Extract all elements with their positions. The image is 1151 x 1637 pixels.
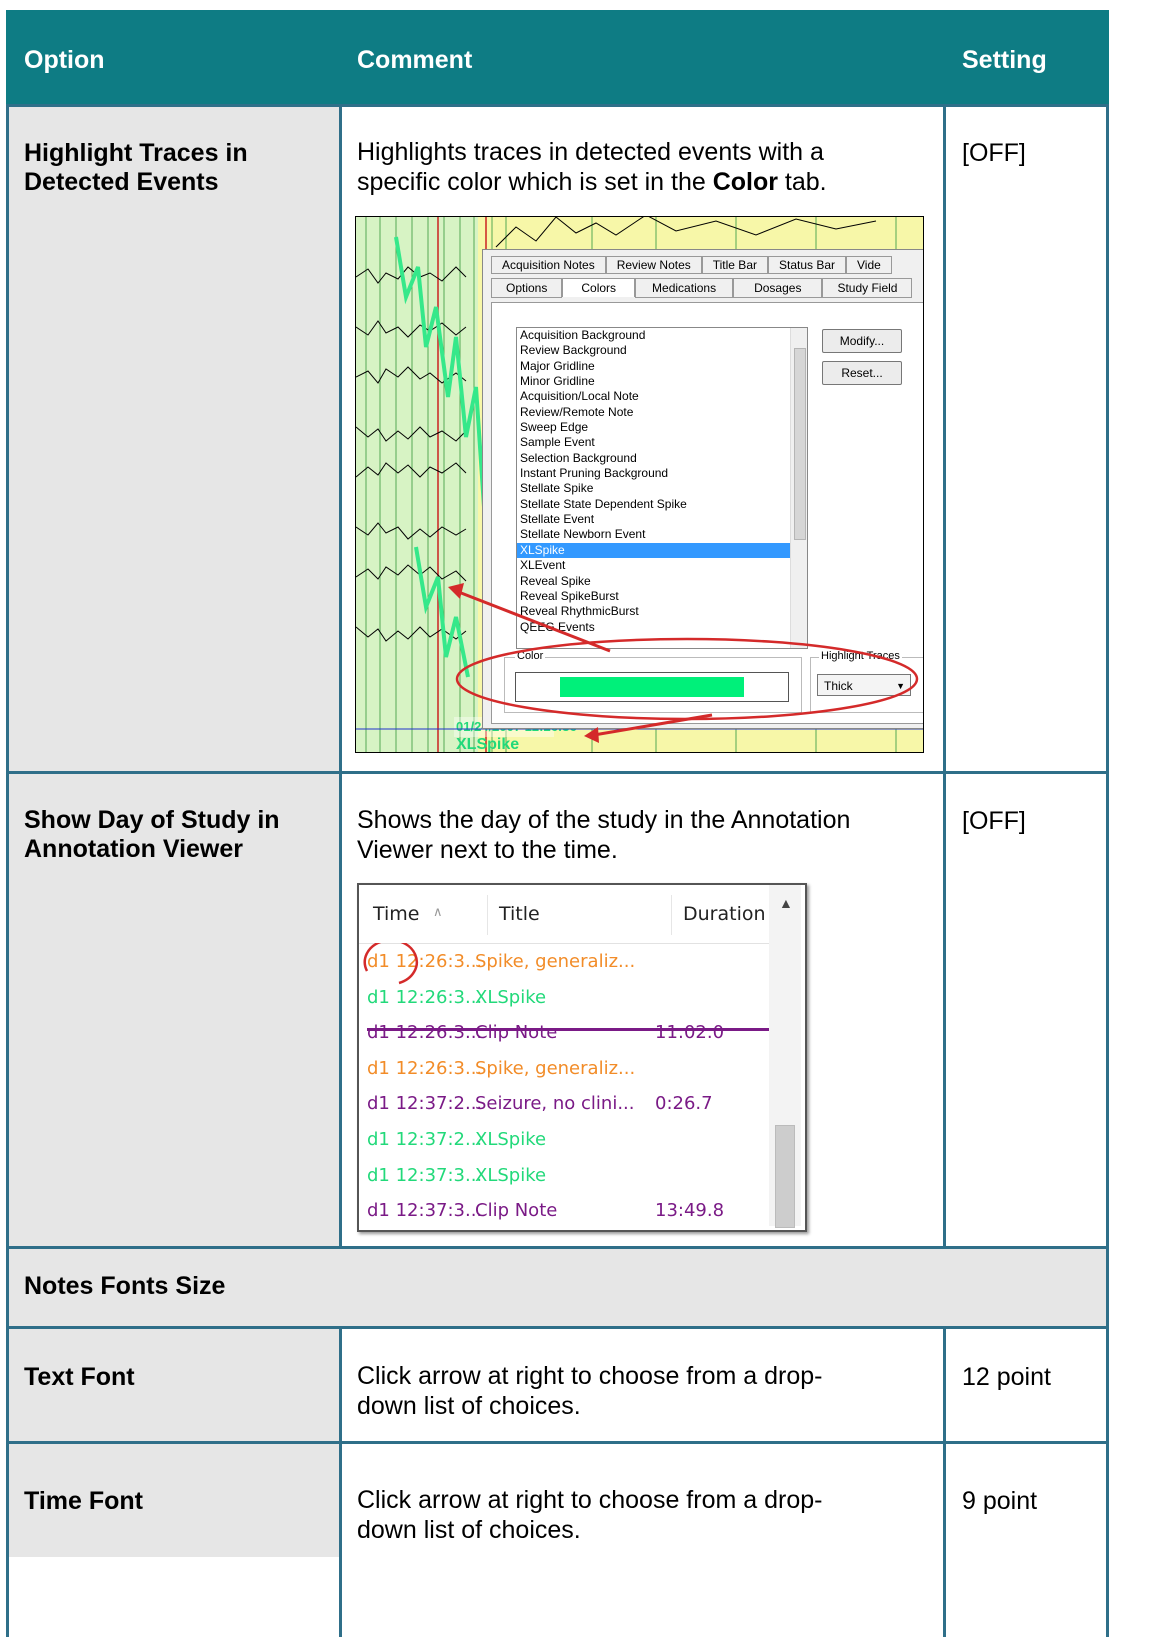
column-divider [487, 895, 488, 935]
annotation-title: Clip Note [475, 1200, 558, 1222]
option-label-textfont: Text Font [24, 1363, 135, 1391]
annotation-row[interactable]: d1 12:26:3... XLSpike [359, 979, 769, 1015]
comment-text: tab. [777, 168, 827, 196]
option-text: Highlight Traces in [24, 139, 248, 167]
comment-text: Shows the day of the study in the Annota… [357, 806, 851, 834]
header-setting: Setting [962, 46, 1047, 74]
column-time[interactable]: Time [373, 903, 420, 925]
comment-text: Viewer next to the time. [357, 836, 618, 864]
annotation-duration: 0:26.7 [655, 1093, 713, 1115]
annotation-time: d1 12:37:2... [367, 1128, 483, 1150]
setting-timefont: 9 point [962, 1487, 1038, 1515]
col-divider [339, 1326, 342, 1637]
annotation-time: d1 12:37:3... [367, 1164, 483, 1186]
col-divider [943, 104, 946, 1249]
annotation-title: XLSpike [475, 1164, 547, 1186]
row-divider [6, 1326, 1109, 1329]
day-marker-circle [363, 943, 419, 985]
scroll-up-icon[interactable]: ▲ [779, 895, 793, 911]
comment-text: down list of choices. [357, 1516, 581, 1544]
setting-highlight: [OFF] [962, 139, 1026, 167]
annotation-row[interactable]: d1 12:37:3... Clip Note 13:49.8 [359, 1192, 769, 1228]
option-label-highlight: Highlight Traces in Detected Events [24, 139, 248, 197]
comment-text: specific color which is set in the [357, 168, 713, 196]
row-divider [6, 771, 1109, 774]
annotation-row[interactable]: d1 12:37:2... XLSpike [359, 1121, 769, 1157]
annotation-time: d1 12:26:3... [367, 986, 483, 1008]
annotation-time: d1 12:26:3... [367, 1057, 483, 1079]
comment-text: Click arrow at right to choose from a dr… [357, 1362, 823, 1390]
section-label: Notes Fonts Size [24, 1272, 226, 1300]
comment-text: specific color which is set in the Color… [357, 167, 827, 197]
column-title[interactable]: Title [499, 903, 540, 925]
option-label-dayofstudy: Show Day of Study in Annotation Viewer [24, 806, 280, 864]
setting-textfont: 12 point [962, 1363, 1051, 1391]
annotation-time: d1 12:37:2... [367, 1093, 483, 1115]
comment-dayofstudy: Shows the day of the study in the Annota… [357, 805, 850, 865]
comment-textfont: Click arrow at right to choose from a dr… [357, 1361, 822, 1421]
annotation-row[interactable]: d1 12:26:3... Spike, generaliz... [359, 943, 769, 979]
table-header: Option Comment Setting [6, 10, 1109, 104]
table-border-left [6, 104, 9, 1637]
comment-bold-text: Color [712, 168, 778, 196]
annotation-viewer-screenshot: Time ∧ Title Duration d1 12:26:3... Spike… [357, 883, 807, 1232]
annotation-title: Seizure, no clini... [475, 1093, 635, 1115]
annotation-time: d1 12:26:3... [367, 1022, 483, 1044]
annotation-duration: 13:49.8 [655, 1200, 725, 1222]
comment-highlight: Highlights traces in detected events wit… [357, 137, 827, 197]
annotation-title: Spike, generaliz... [475, 951, 636, 972]
option-cell-highlight [6, 107, 339, 771]
col-divider [339, 104, 342, 1249]
option-label-timefont: Time Font [24, 1487, 143, 1515]
option-text: Annotation Viewer [24, 835, 244, 863]
row-divider [6, 1441, 1109, 1444]
row-divider [6, 1246, 1109, 1249]
scrollbar-thumb[interactable] [775, 1125, 795, 1228]
viewer-scrollbar[interactable]: ▲ [769, 885, 801, 1228]
annotation-title: XLSpike [475, 986, 547, 1008]
column-divider [671, 895, 672, 935]
option-text: Detected Events [24, 168, 219, 196]
annotation-row[interactable]: d1 12:37:2... Seizure, no clini... 0:26.7 [359, 1085, 769, 1121]
current-position-line [367, 1028, 769, 1031]
comment-text: Click arrow at right to choose from a dr… [357, 1486, 823, 1514]
annotation-rows: d1 12:26:3... Spike, generaliz... d1 12:26… [359, 943, 769, 1228]
annotation-title: Spike, generaliz... [475, 1057, 636, 1079]
comment-text: down list of choices. [357, 1392, 581, 1420]
comment-text: Highlights traces in detected events wit… [357, 138, 824, 166]
annotation-row[interactable]: d1 12:26:3... Spike, generaliz... [359, 1050, 769, 1086]
comment-timefont: Click arrow at right to choose from a dr… [357, 1485, 822, 1545]
row-divider [6, 104, 1109, 107]
annotation-title: XLSpike [475, 1128, 547, 1150]
table-border-right [1106, 104, 1109, 1637]
annotation-row[interactable]: d1 12:37:3... XLSpike [359, 1157, 769, 1193]
annotation-row[interactable]: d1 12:26:3... Clip Note 11:02.0 [359, 1014, 769, 1050]
setting-dayofstudy: [OFF] [962, 807, 1026, 835]
header-option: Option [24, 46, 105, 74]
annotation-time: d1 12:37:3... [367, 1200, 483, 1222]
annotation-viewer-header: Time ∧ Title Duration [359, 885, 769, 944]
header-comment: Comment [357, 46, 473, 74]
sort-ascending-icon: ∧ [433, 905, 443, 920]
colors-dialog-screenshot: 01/24/2007 12:26:36 XLSpike Acquisition … [355, 216, 924, 753]
col-divider [943, 1326, 946, 1637]
column-duration[interactable]: Duration [683, 903, 766, 925]
callout-annotations [448, 583, 919, 743]
annotation-title: Clip Note [475, 1022, 558, 1044]
option-text: Show Day of Study in [24, 806, 280, 834]
annotation-duration: 11:02.0 [655, 1022, 725, 1044]
